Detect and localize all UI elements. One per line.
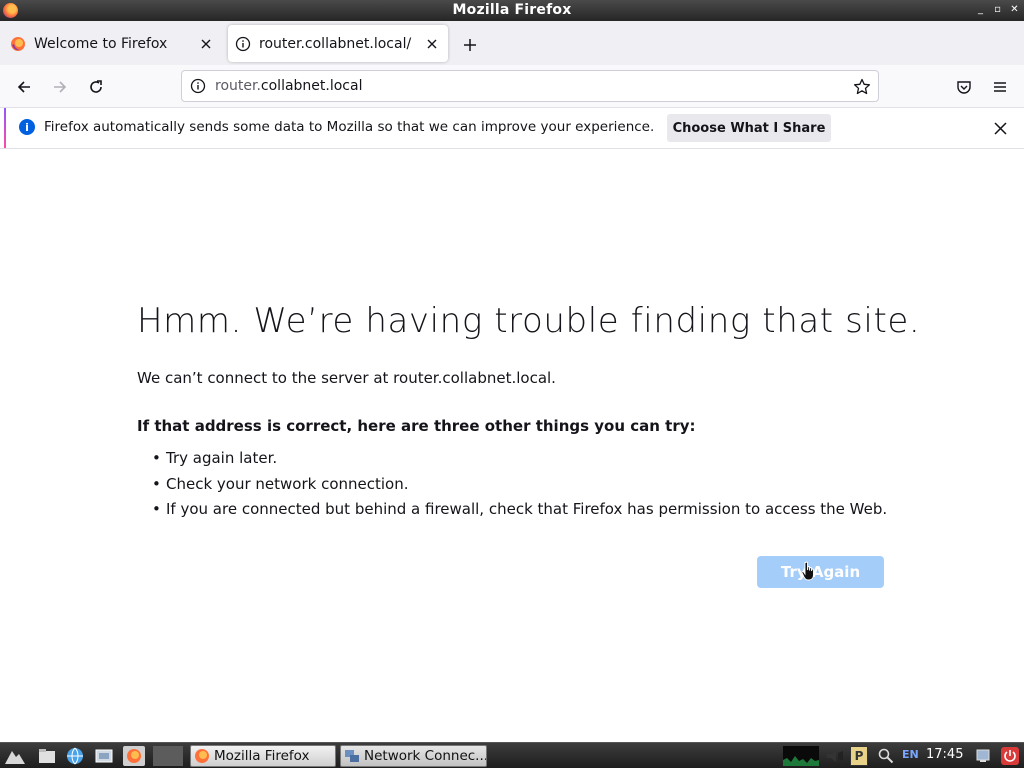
bookmark-star-icon[interactable] [852,77,872,97]
close-tab-icon[interactable] [196,34,216,54]
network-connections-icon [345,750,359,762]
list-item: If you are connected but behind a firewa… [152,500,887,526]
window-title: Mozilla Firefox [452,2,572,18]
navigation-toolbar: router. collabnet.local [0,65,1024,108]
lock-screen-icon[interactable] [973,746,993,766]
arrow-left-icon [17,81,30,93]
tab-router[interactable]: router.collabnet.local/ [228,25,448,62]
firefox-icon [195,749,209,763]
cpu-monitor-graph [783,746,819,766]
app-menu-button[interactable] [988,75,1012,99]
clock[interactable]: 17:45 [926,747,963,762]
info-icon [235,36,251,51]
pocket-icon [957,81,971,94]
keyboard-layout-indicator[interactable]: EN [902,748,919,761]
tab-welcome[interactable]: Welcome to Firefox [0,25,222,62]
reload-button[interactable] [84,75,108,99]
arrow-right-icon [54,81,67,93]
hand-cursor-icon [801,561,814,581]
taskbar-item-label: Mozilla Firefox [214,748,310,764]
error-subheading: If that address is correct, here are thr… [137,417,696,435]
site-info-icon[interactable] [189,77,207,95]
choose-what-i-share-button[interactable]: Choose What I Share [667,114,831,142]
window-titlebar: Mozilla Firefox _ ▫ ✕ [0,0,1024,21]
notification-accent [4,108,6,148]
search-icon[interactable] [876,746,896,766]
power-icon[interactable] [1000,746,1020,766]
minimize-button[interactable]: _ [975,3,986,17]
taskbar-item-firefox[interactable]: Mozilla Firefox [190,745,336,767]
url-domain: collabnet.local [260,78,363,94]
close-notification-icon[interactable] [989,117,1011,139]
tab-strip: Welcome to Firefox router.collabnet.loca… [0,21,1024,65]
tab-label: router.collabnet.local/ [259,35,412,52]
volume-icon[interactable] [822,746,848,766]
clipboard-icon[interactable]: P [850,746,868,766]
list-item: Check your network connection. [152,475,887,501]
error-page: Hmm. We’re having trouble finding that s… [0,149,1024,742]
show-desktop-icon[interactable] [93,746,115,766]
data-collection-notification: i Firefox automatically sends some data … [0,108,1024,149]
hamburger-menu-icon [994,82,1006,92]
taskbar-item-label: Network Connec... [364,748,487,764]
url-bar[interactable]: router. collabnet.local [181,70,879,102]
url-prefix: router. [215,78,261,94]
desktop-switcher[interactable] [153,746,183,766]
file-manager-icon[interactable] [36,746,58,766]
close-tab-icon[interactable] [422,34,442,54]
reload-icon [90,80,102,93]
list-item: Try again later. [152,449,887,475]
firefox-launcher-icon[interactable] [123,746,145,766]
new-tab-button[interactable] [458,33,482,57]
start-menu-icon[interactable] [4,746,26,766]
tab-label: Welcome to Firefox [34,35,168,52]
firefox-favicon-icon [11,36,25,51]
try-again-button[interactable]: Try Again [757,556,884,588]
plus-icon [464,39,476,51]
back-button[interactable] [12,75,36,99]
taskbar-item-network-connections[interactable]: Network Connec... [340,745,487,767]
error-title: Hmm. We’re having trouble finding that s… [137,301,921,341]
taskbar: Mozilla Firefox Network Connec... P EN 1… [0,742,1024,768]
close-window-button[interactable]: ✕ [1009,3,1020,17]
maximize-button[interactable]: ▫ [992,3,1003,17]
error-tips-list: Try again later. Check your network conn… [152,449,887,526]
forward-button[interactable] [48,75,72,99]
error-description: We can’t connect to the server at router… [137,369,556,387]
info-icon: i [19,119,35,135]
pocket-button[interactable] [952,75,976,99]
network-globe-icon[interactable] [64,746,86,766]
notification-text: Firefox automatically sends some data to… [44,119,655,135]
